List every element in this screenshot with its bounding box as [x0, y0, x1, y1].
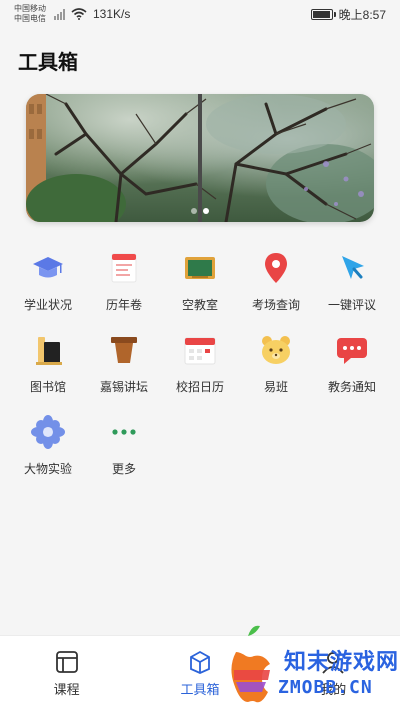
tool-physics-lab[interactable]: 大物实验 [10, 414, 86, 478]
carousel-dot[interactable] [203, 208, 209, 214]
tool-label: 历年卷 [105, 298, 142, 312]
tool-empty-classroom[interactable]: 空教室 [162, 250, 238, 314]
carousel-dot[interactable] [191, 208, 197, 214]
tab-mine[interactable]: 我的 [283, 649, 383, 698]
tab-label: 工具箱 [180, 682, 220, 697]
library-books-icon [36, 337, 62, 365]
tool-more[interactable]: 更多 [86, 414, 162, 478]
carrier-2: 中国电信 [14, 14, 46, 23]
calendar-icon [184, 337, 216, 365]
flower-icon [31, 415, 65, 449]
wifi-icon [71, 8, 87, 20]
location-pin-icon [265, 253, 287, 283]
carousel-indicator [26, 208, 374, 214]
tool-recruitment-calendar[interactable]: 校招日历 [162, 332, 238, 396]
bottom-tab-bar: 课程 工具箱 我的 [0, 635, 400, 711]
banner-image [26, 94, 374, 222]
tool-library[interactable]: 图书馆 [10, 332, 86, 396]
tool-academic-notice[interactable]: 教务通知 [314, 332, 390, 396]
tool-label: 校招日历 [175, 380, 224, 394]
cursor-arrow-icon [342, 256, 364, 279]
tool-label: 学业状况 [23, 298, 72, 312]
tool-label: 图书馆 [29, 380, 66, 394]
tool-label: 易班 [263, 380, 288, 394]
tool-one-click-review[interactable]: 一键评议 [314, 250, 390, 314]
tool-yiban[interactable]: 易班 [238, 332, 314, 396]
signal-icon [54, 8, 65, 20]
graduation-cap-icon [33, 257, 63, 278]
network-speed: 131K/s [93, 7, 131, 21]
toolbox-icon [190, 650, 210, 674]
tool-label: 嘉锡讲坛 [99, 380, 148, 394]
tool-label: 一键评议 [327, 298, 376, 312]
tools-grid: 学业状况 历年卷 空教室 考场查询 一键评议 图书馆 嘉锡讲坛 校招日历 易班 … [10, 250, 390, 478]
tab-courses[interactable]: 课程 [17, 649, 117, 698]
carrier-info: 中国移动 中国电信 [14, 4, 46, 24]
tool-academic-status[interactable]: 学业状况 [10, 250, 86, 314]
tool-label: 空教室 [181, 298, 218, 312]
podium-icon [111, 337, 137, 363]
chat-bubble-icon [337, 338, 367, 364]
tool-jiaxi-forum[interactable]: 嘉锡讲坛 [86, 332, 162, 396]
tool-past-exams[interactable]: 历年卷 [86, 250, 162, 314]
battery-icon [310, 8, 336, 20]
clock: 晚上8:57 [338, 7, 386, 22]
tool-label: 大物实验 [23, 462, 72, 476]
tab-toolbox[interactable]: 工具箱 [150, 649, 250, 698]
carrier-1: 中国移动 [14, 4, 46, 13]
bear-icon [262, 336, 290, 364]
tool-label: 更多 [111, 462, 136, 476]
exam-paper-icon [111, 253, 137, 283]
schedule-icon [55, 651, 78, 673]
tool-label: 教务通知 [327, 380, 376, 394]
profile-icon [322, 652, 345, 674]
tool-exam-room-query[interactable]: 考场查询 [238, 250, 314, 314]
tab-label: 我的 [320, 682, 347, 697]
page-title: 工具箱 [18, 52, 78, 74]
tab-label: 课程 [53, 682, 80, 697]
more-dots-icon [112, 429, 136, 435]
tool-label: 考场查询 [251, 298, 300, 312]
banner-carousel[interactable] [26, 94, 374, 222]
blackboard-icon [185, 257, 215, 279]
status-bar: 中国移动 中国电信 131K/s 晚上8:57 [0, 0, 400, 28]
